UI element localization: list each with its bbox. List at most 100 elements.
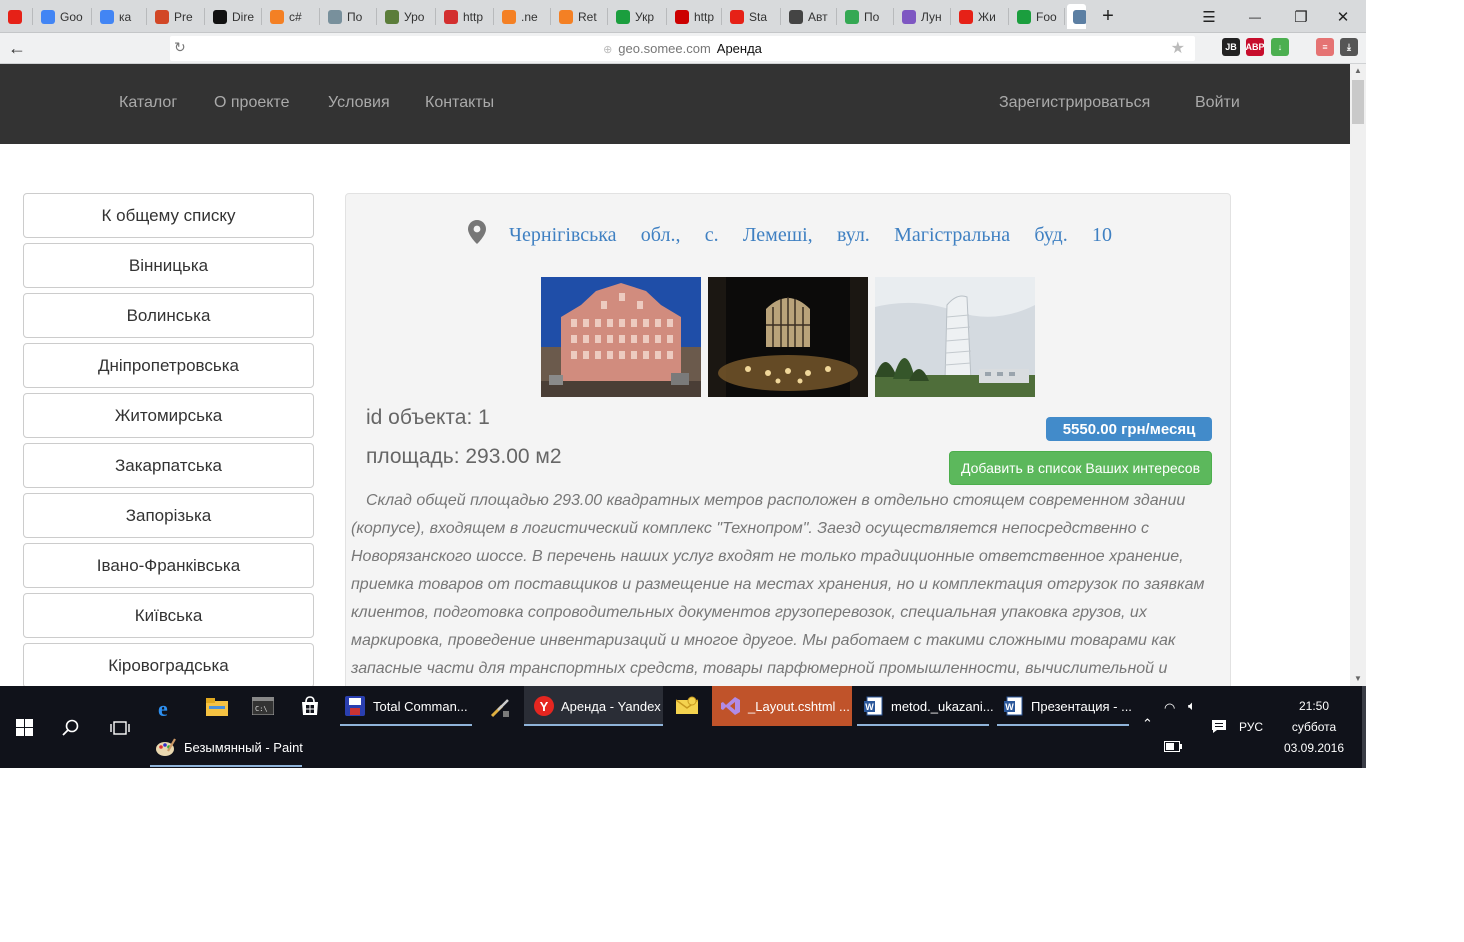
bookmark-star-icon[interactable]: ★: [1171, 38, 1185, 58]
region-button[interactable]: Житомирська: [23, 393, 314, 438]
svg-text:Y: Y: [540, 699, 549, 714]
listing-photo-1[interactable]: [541, 277, 701, 397]
battery-icon[interactable]: [1164, 741, 1182, 752]
word-icon: W: [864, 696, 883, 716]
price-badge: 5550.00 грн/месяц: [1046, 417, 1212, 441]
browser-tab[interactable]: Dire: [207, 4, 260, 29]
region-button[interactable]: Волинська: [23, 293, 314, 338]
browser-tab[interactable]: Foo: [1011, 4, 1063, 29]
search-icon[interactable]: [62, 719, 80, 737]
file-explorer-icon[interactable]: [206, 698, 228, 716]
back-to-list-button[interactable]: К общему списку: [23, 193, 314, 238]
browser-tab[interactable]: По: [322, 4, 375, 29]
url-domain: geo.somee.com: [618, 41, 711, 56]
region-button[interactable]: Запорізька: [23, 493, 314, 538]
taskbar-visual-studio[interactable]: _Layout.cshtml ...: [721, 696, 850, 716]
page-scrollbar[interactable]: [1350, 64, 1366, 686]
region-button[interactable]: Закарпатська: [23, 443, 314, 488]
store-icon[interactable]: [300, 696, 320, 716]
browser-tab[interactable]: http: [669, 4, 720, 29]
nav-login[interactable]: Войти: [1195, 94, 1240, 112]
nav-contacts[interactable]: Контакты: [425, 94, 494, 112]
edge-icon[interactable]: e: [158, 696, 168, 722]
browser-extension-icon[interactable]: ABP: [1246, 38, 1265, 56]
volume-icon[interactable]: 🔈︎: [1188, 698, 1196, 714]
add-to-interests-button[interactable]: Добавить в список Ваших интересов: [949, 451, 1212, 485]
taskbar-clock[interactable]: 21:50 суббота 03.09.2016: [1276, 696, 1352, 759]
scrollbar-thumb[interactable]: [1352, 80, 1364, 124]
minimize-button[interactable]: —: [1232, 0, 1278, 33]
listing-photo-2[interactable]: [708, 277, 868, 397]
tab-favicon-icon: [559, 9, 573, 24]
browser-tab-strip: Goo ка Pre Dire c# По Уро http .ne Ret Укр http Sta А…: [0, 0, 1366, 33]
browser-tab[interactable]: http: [438, 4, 492, 29]
browser-tab[interactable]: По: [839, 4, 892, 29]
region-button[interactable]: Київська: [23, 593, 314, 638]
scroll-up-arrow-icon[interactable]: ▲: [1352, 66, 1364, 75]
tray-expand-icon[interactable]: ⌃: [1142, 716, 1153, 732]
browser-tab[interactable]: Pre: [149, 4, 203, 29]
browser-extension-icon[interactable]: ↓: [1271, 38, 1289, 56]
url-page-title: Аренда: [716, 41, 762, 56]
browser-tab[interactable]: [2, 4, 31, 29]
region-button[interactable]: Кіровоградська: [23, 643, 314, 686]
browser-tab[interactable]: Уро: [379, 4, 434, 29]
cmd-icon[interactable]: C:\: [252, 697, 274, 715]
region-button[interactable]: Дніпропетровська: [23, 343, 314, 388]
listing-photo-3[interactable]: [875, 277, 1035, 397]
action-center-icon[interactable]: [1211, 719, 1227, 734]
listing-address[interactable]: Чернігівська обл., с. Лемеші, вул. Магістраль…: [509, 224, 1112, 247]
taskbar-presentation-doc[interactable]: W Презентация - ...: [1004, 696, 1132, 716]
tab-separator: [780, 8, 781, 25]
taskbar-word-doc[interactable]: W metod._ukazani...: [864, 696, 994, 716]
windows-start-icon[interactable]: [16, 719, 33, 736]
nav-catalog[interactable]: Каталог: [119, 94, 177, 112]
envelope-icon[interactable]: [676, 696, 698, 716]
browser-tab[interactable]: Авт: [783, 4, 835, 29]
listing-description: Склад общей площадью 293.00 квадратных м…: [351, 492, 1205, 677]
browser-tab[interactable]: А: [1067, 4, 1086, 29]
input-language[interactable]: РУС: [1239, 720, 1263, 734]
tab-favicon-icon: [502, 9, 516, 24]
browser-tab[interactable]: Goo: [35, 4, 90, 29]
wifi-icon[interactable]: ◠: [1164, 700, 1175, 716]
taskbar-active-indicator: [997, 724, 1129, 726]
new-tab-button[interactable]: +: [1088, 0, 1128, 33]
taskbar-paint[interactable]: Безымянный - Paint: [156, 737, 303, 757]
tools-icon[interactable]: [488, 696, 512, 720]
task-view-icon[interactable]: [110, 720, 130, 736]
region-button[interactable]: Вінницька: [23, 243, 314, 288]
tab-separator: [893, 8, 894, 25]
object-id: id объекта: 1: [366, 406, 490, 429]
close-window-button[interactable]: ✕: [1320, 0, 1366, 33]
browser-tab[interactable]: .ne: [496, 4, 549, 29]
tab-separator: [435, 8, 436, 25]
browser-tab[interactable]: Жи: [953, 4, 1007, 29]
nav-register[interactable]: Зарегистрироваться: [999, 94, 1150, 112]
back-button[interactable]: ←: [6, 37, 28, 59]
tab-favicon-icon: [270, 9, 284, 24]
maximize-button[interactable]: ❐: [1278, 0, 1324, 33]
show-desktop-button[interactable]: [1362, 686, 1366, 768]
url-text: ⊕ geo.somee.com Аренда: [170, 41, 1195, 56]
browser-menu-button[interactable]: ☰: [1186, 0, 1232, 33]
browser-tab[interactable]: Лун: [896, 4, 949, 29]
browser-tab[interactable]: Ret: [553, 4, 606, 29]
tab-separator: [836, 8, 837, 25]
taskbar-yandex[interactable]: Y Аренда - Yandex: [534, 696, 661, 716]
browser-extension-icon[interactable]: ≡: [1316, 38, 1334, 56]
region-button[interactable]: Івано-Франківська: [23, 543, 314, 588]
object-area: площадь: 293.00 м2: [366, 445, 562, 468]
taskbar-total-commander[interactable]: Total Comman...: [345, 696, 468, 716]
browser-extension-icon[interactable]: JB: [1222, 38, 1240, 56]
browser-tab[interactable]: ка: [94, 4, 145, 29]
scroll-down-arrow-icon[interactable]: ▼: [1352, 674, 1364, 683]
url-field[interactable]: ↻ ⊕ geo.somee.com Аренда ★: [170, 36, 1195, 61]
browser-tab[interactable]: Укр: [610, 4, 665, 29]
nav-about[interactable]: О проекте: [214, 94, 289, 112]
address-bar-row: ← ↻ ⊕ geo.somee.com Аренда ★: [0, 33, 1366, 64]
browser-tab[interactable]: c#: [264, 4, 318, 29]
browser-tab[interactable]: Sta: [724, 4, 779, 29]
browser-extension-icon[interactable]: ⤓: [1340, 38, 1358, 56]
nav-terms[interactable]: Условия: [328, 94, 390, 112]
